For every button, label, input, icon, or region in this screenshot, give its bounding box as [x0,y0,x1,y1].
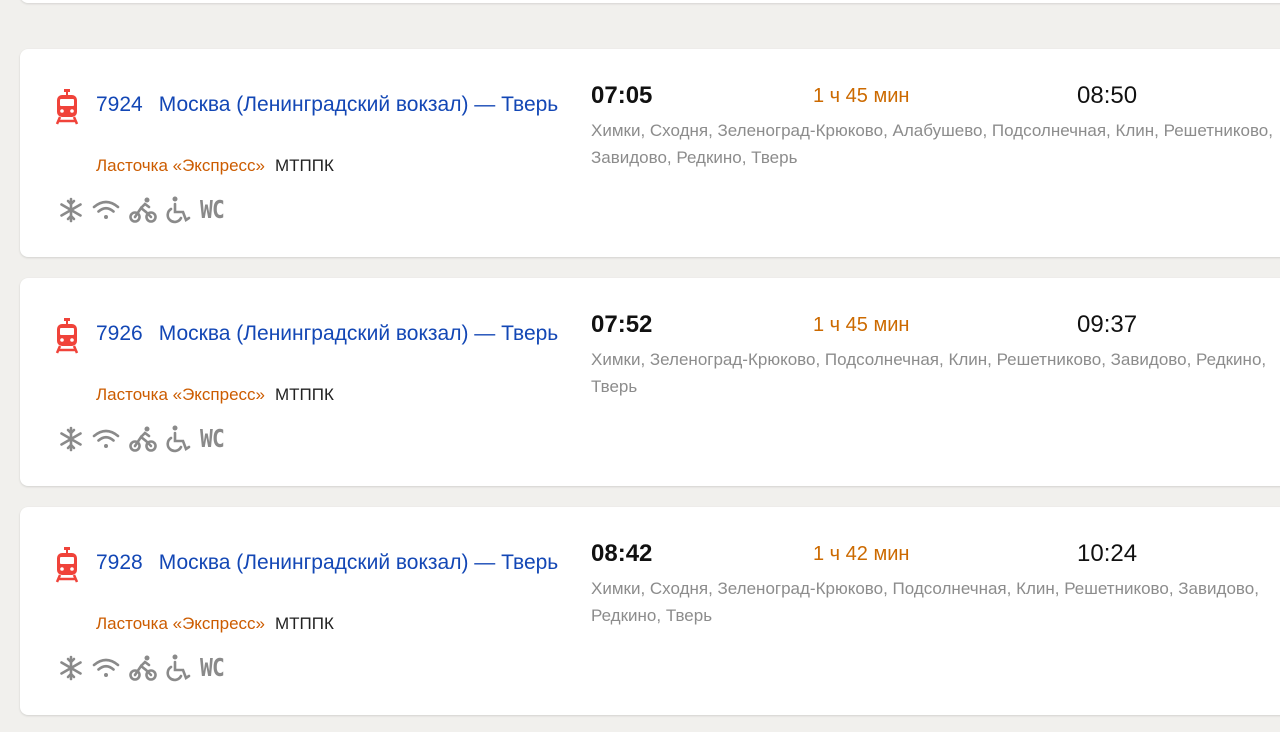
train-card[interactable]: 7924 Москва (Ленинградский вокзал) — Твер… [20,49,1280,257]
train-carrier: МТППК [275,614,334,633]
arrival-time: 10:24 [1077,540,1138,567]
train-brand: Ласточка «Экспресс» [96,385,266,404]
wheelchair-icon [166,425,192,453]
train-route: Москва (Ленинградский вокзал) — Тверь [158,551,559,574]
previous-card-edge [20,0,1280,3]
wifi-icon [92,198,120,222]
train-carrier: МТППК [275,156,334,175]
departure-time: 08:42 [591,540,653,567]
train-brand: Ласточка «Экспресс» [96,614,266,633]
train-carrier: МТППК [275,385,334,404]
train-route: Москва (Ленинградский вокзал) — Тверь [158,93,559,116]
stops-list: Химки, Зеленоград-Крюково, Подсолнечная,… [591,350,1267,396]
amenities: WC [58,653,228,683]
train-meta: Ласточка «Экспресс» МТППК [96,613,334,635]
train-number: 7928 [96,551,143,574]
departure-time: 07:52 [591,311,653,338]
trip-duration: 1 ч 45 мин [813,85,910,107]
train-number: 7926 [96,322,143,345]
train-route-link[interactable]: 7924 Москва (Ленинградский вокзал) — Твер… [96,91,566,119]
arrival-time: 08:50 [1077,82,1138,109]
train-card[interactable]: 7928 Москва (Ленинградский вокзал) — Твер… [20,507,1280,715]
train-card[interactable]: 7926 Москва (Ленинградский вокзал) — Твер… [20,278,1280,486]
train-route-link[interactable]: 7928 Москва (Ленинградский вокзал) — Твер… [96,549,566,577]
bicycle-icon [128,654,158,682]
train-number: 7924 [96,93,143,116]
wheelchair-icon [166,654,192,682]
wifi-icon [92,656,120,680]
wc-icon: WC [200,424,225,453]
train-icon [53,318,81,354]
stops-list: Химки, Сходня, Зеленоград-Крюково, Подсо… [591,579,1259,625]
train-route-link[interactable]: 7926 Москва (Ленинградский вокзал) — Твер… [96,320,566,348]
wc-icon: WC [200,195,225,224]
departure-time: 07:05 [591,82,653,109]
train-meta: Ласточка «Экспресс» МТППК [96,155,334,177]
train-brand: Ласточка «Экспресс» [96,156,266,175]
snowflake-icon [58,655,84,681]
train-icon [53,547,81,583]
train-meta: Ласточка «Экспресс» МТППК [96,384,334,406]
bicycle-icon [128,196,158,224]
trip-duration: 1 ч 45 мин [813,314,910,336]
amenities: WC [58,424,228,454]
wc-icon: WC [200,653,225,682]
wifi-icon [92,427,120,451]
snowflake-icon [58,426,84,452]
bicycle-icon [128,425,158,453]
snowflake-icon [58,197,84,223]
amenities: WC [58,195,228,225]
train-route: Москва (Ленинградский вокзал) — Тверь [158,322,559,345]
trip-duration: 1 ч 42 мин [813,543,910,565]
arrival-time: 09:37 [1077,311,1138,338]
train-icon [53,89,81,125]
stops-list: Химки, Сходня, Зеленоград-Крюково, Алабу… [591,121,1273,167]
wheelchair-icon [166,196,192,224]
